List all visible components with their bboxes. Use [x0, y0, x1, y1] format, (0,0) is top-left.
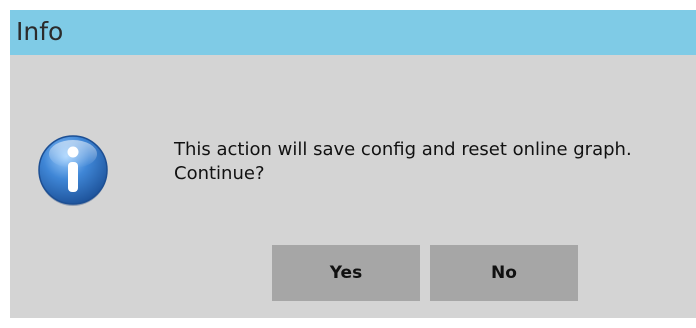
info-icon [38, 135, 108, 206]
info-dialog: Info This action will save config and re… [10, 10, 696, 318]
yes-button[interactable]: Yes [272, 245, 420, 301]
no-button[interactable]: No [430, 245, 578, 301]
title-bar[interactable]: Info [10, 10, 696, 55]
message-line-2: Continue? [174, 163, 265, 184]
message-line-1: This action will save config and reset o… [174, 139, 632, 160]
dialog-title: Info [16, 17, 64, 46]
dialog-message: This action will save config and reset o… [174, 138, 632, 186]
